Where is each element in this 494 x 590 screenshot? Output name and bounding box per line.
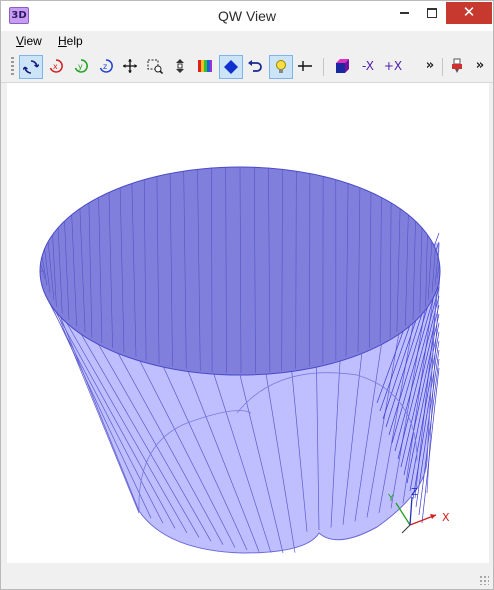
plus-x-view-icon: +X [383, 59, 403, 73]
toolbar-separator-2 [442, 58, 443, 76]
print-pin-icon [452, 58, 462, 73]
toolbar: x y z -X +X » » [1, 52, 493, 83]
menu-bar: View Help [1, 32, 493, 52]
light-icon [276, 60, 286, 73]
menu-help[interactable]: Help [58, 34, 83, 48]
menu-view[interactable]: View [16, 34, 42, 48]
rotate-z-button[interactable]: z [95, 55, 119, 79]
pan-icon [123, 59, 137, 73]
svg-text:x: x [53, 62, 58, 71]
rotate-z-icon: z [99, 59, 113, 73]
z-axis-line [409, 496, 413, 526]
status-bar [1, 565, 493, 589]
app-window: 3D QW View ✕ View Help x y z -X +X » » X… [0, 0, 494, 590]
print-pin-button[interactable] [446, 55, 470, 79]
rotate-y-button[interactable]: y [70, 55, 94, 79]
maximize-icon [427, 7, 437, 18]
toolbar-grip[interactable] [11, 57, 14, 77]
undo-icon [248, 60, 262, 72]
zoom-button[interactable] [169, 55, 193, 79]
svg-text:y: y [78, 62, 83, 71]
rotate-icon [23, 60, 39, 74]
solid-shading-icon [224, 60, 238, 74]
cube-view-button[interactable] [331, 55, 355, 79]
undo-button[interactable] [244, 55, 268, 79]
maximize-button[interactable] [419, 2, 445, 24]
rotate-x-button[interactable]: x [45, 55, 69, 79]
minus-x-view-button[interactable]: -X [356, 55, 380, 79]
svg-text:z: z [103, 62, 107, 71]
zoom-window-button[interactable] [144, 55, 168, 79]
color-map-icon [198, 60, 212, 72]
x-axis-label: X [442, 511, 450, 524]
minus-x-view-icon: -X [362, 59, 374, 73]
3d-viewport[interactable]: X Y Z [7, 83, 489, 563]
toolbar-overflow-button-2[interactable]: » [473, 55, 487, 79]
light-button[interactable] [269, 55, 293, 79]
toolbar-overflow-button[interactable]: » [423, 55, 437, 79]
close-button[interactable]: ✕ [446, 2, 492, 24]
close-icon: ✕ [462, 3, 476, 21]
z-axis-label: Z [411, 487, 418, 498]
rotate-button[interactable] [19, 55, 43, 79]
3d-scene[interactable]: X Y Z [7, 83, 489, 563]
cube-view-icon [336, 59, 349, 73]
title-bar[interactable]: 3D QW View ✕ [1, 1, 493, 31]
axis-cross-icon [298, 61, 312, 71]
plus-x-view-button[interactable]: +X [381, 55, 405, 79]
origin-tick [401, 524, 411, 534]
zoom-icon [176, 59, 184, 73]
toolbar-separator [323, 58, 324, 76]
minimize-button[interactable] [391, 2, 417, 24]
axis-cross-button[interactable] [294, 55, 318, 79]
y-axis-label: Y [387, 493, 395, 504]
minimize-icon [399, 11, 409, 14]
resize-grip-icon[interactable] [479, 575, 489, 585]
y-axis-line [395, 502, 411, 526]
rotate-y-icon: y [74, 59, 88, 73]
overflow-chevron-2-icon: » [475, 58, 485, 73]
pan-button[interactable] [119, 55, 143, 79]
color-map-button[interactable] [194, 55, 218, 79]
zoom-window-icon [147, 59, 163, 74]
solid-shading-button[interactable] [219, 55, 243, 79]
overflow-chevron-icon: » [425, 58, 435, 73]
rotate-x-icon: x [49, 59, 63, 73]
